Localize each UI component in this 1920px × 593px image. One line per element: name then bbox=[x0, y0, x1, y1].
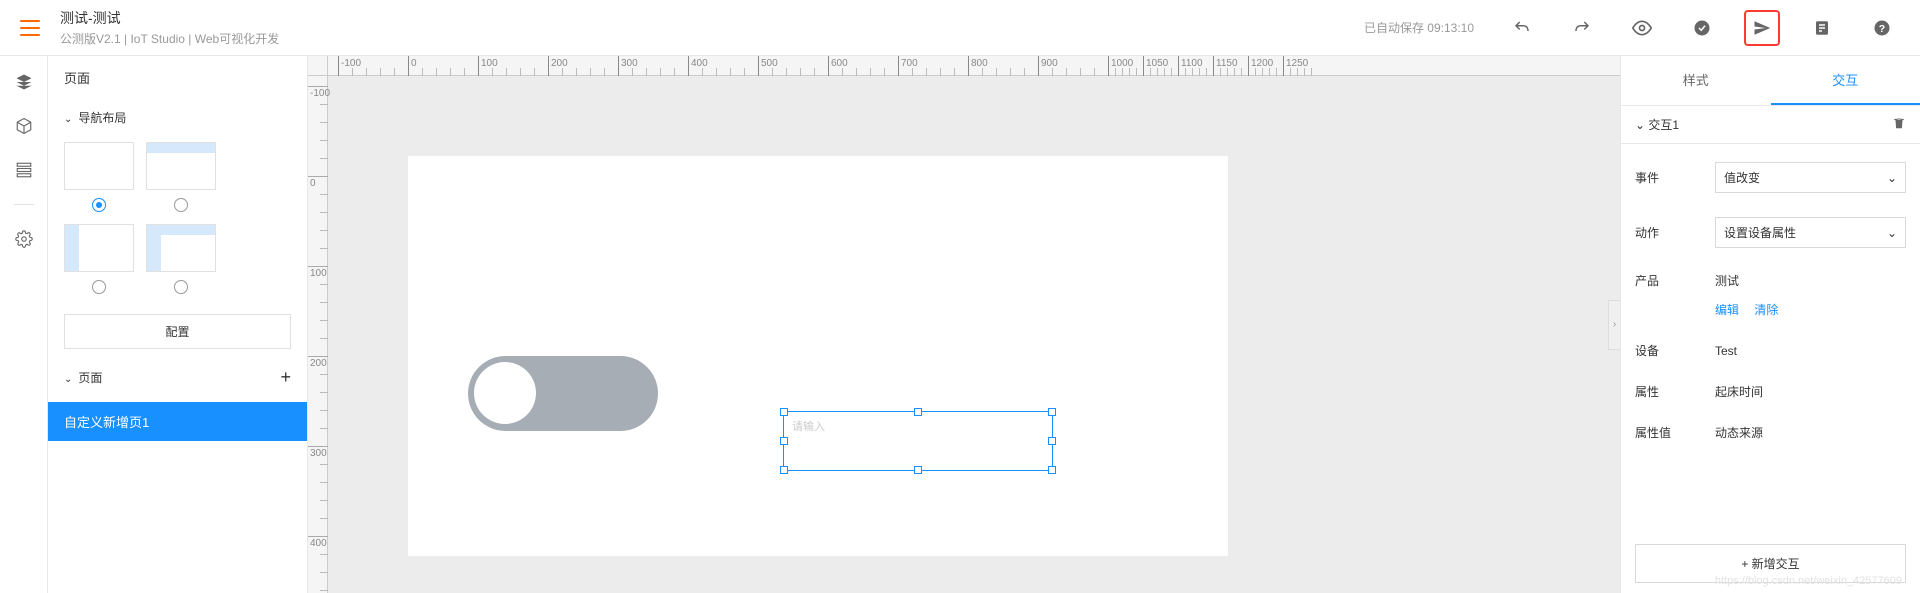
check-icon[interactable] bbox=[1684, 10, 1720, 46]
preview-icon[interactable] bbox=[1624, 10, 1660, 46]
canvas-area: -100010020030040050060070080090010001050… bbox=[308, 56, 1620, 593]
property-tabs: 样式 交互 bbox=[1621, 56, 1920, 106]
action-label: 动作 bbox=[1635, 224, 1715, 241]
title-block: 测试-测试 公测版V2.1 | IoT Studio | Web可视化开发 bbox=[60, 8, 1364, 47]
docs-icon[interactable] bbox=[1804, 10, 1840, 46]
add-interaction-button[interactable]: + 新增交互 bbox=[1635, 544, 1906, 583]
layout-option-both[interactable] bbox=[146, 224, 216, 272]
resize-handle-se[interactable] bbox=[1048, 466, 1056, 474]
settings-icon[interactable] bbox=[14, 229, 34, 249]
header-actions: ? bbox=[1504, 10, 1900, 46]
product-label: 产品 bbox=[1635, 272, 1715, 289]
input-component-selected[interactable]: 请输入 bbox=[783, 411, 1053, 471]
chevron-down-icon: ⌄ bbox=[64, 114, 72, 125]
chevron-down-icon: ⌄ bbox=[1635, 118, 1645, 132]
artboard[interactable]: 请输入 bbox=[408, 156, 1228, 556]
layout-option-left[interactable] bbox=[64, 224, 134, 272]
property-body: 事件 值改变⌄ 动作 设置设备属性⌄ 产品 测试 编辑 清除 设备 Test bbox=[1621, 144, 1920, 534]
interaction-section-header[interactable]: ⌄ 交互1 bbox=[1621, 106, 1920, 144]
chevron-down-icon: ⌄ bbox=[64, 374, 72, 385]
ruler-horizontal: -100010020030040050060070080090010001050… bbox=[328, 56, 1620, 76]
layout-options bbox=[48, 136, 307, 306]
app-subtitle: 公测版V2.1 | IoT Studio | Web可视化开发 bbox=[60, 30, 1364, 47]
ruler-corner bbox=[308, 56, 328, 76]
ruler-vertical: -1000100200300400 bbox=[308, 76, 328, 593]
layout-radio-top[interactable] bbox=[174, 198, 188, 212]
event-select[interactable]: 值改变⌄ bbox=[1715, 162, 1906, 193]
resize-handle-e[interactable] bbox=[1048, 437, 1056, 445]
resize-handle-sw[interactable] bbox=[780, 466, 788, 474]
resize-handle-w[interactable] bbox=[780, 437, 788, 445]
edit-link[interactable]: 编辑 bbox=[1715, 303, 1739, 317]
tab-interaction[interactable]: 交互 bbox=[1771, 56, 1920, 105]
redo-icon[interactable] bbox=[1564, 10, 1600, 46]
layout-radio-left[interactable] bbox=[92, 280, 106, 294]
menu-icon[interactable] bbox=[20, 20, 40, 36]
cube-icon[interactable] bbox=[14, 116, 34, 136]
action-select[interactable]: 设置设备属性⌄ bbox=[1715, 217, 1906, 248]
config-button[interactable]: 配置 bbox=[64, 314, 291, 349]
input-placeholder: 请输入 bbox=[784, 412, 1052, 440]
delete-icon[interactable] bbox=[1892, 116, 1906, 133]
page-section[interactable]: ⌄页面 + bbox=[48, 357, 307, 398]
resize-handle-s[interactable] bbox=[914, 466, 922, 474]
page-item-active[interactable]: 自定义新增页1 bbox=[48, 402, 307, 441]
attr-value-value: 动态来源 bbox=[1715, 424, 1906, 441]
collapse-right-handle[interactable]: › bbox=[1608, 300, 1620, 350]
nav-layout-section[interactable]: ⌄导航布局 bbox=[48, 99, 307, 136]
add-page-icon[interactable]: + bbox=[280, 367, 291, 388]
layout-radio-both[interactable] bbox=[174, 280, 188, 294]
attribute-label: 属性 bbox=[1635, 383, 1715, 400]
attribute-value: 起床时间 bbox=[1715, 383, 1906, 400]
layout-option-blank[interactable] bbox=[64, 142, 134, 190]
tab-style[interactable]: 样式 bbox=[1621, 56, 1771, 105]
app-title: 测试-测试 bbox=[60, 8, 1364, 28]
canvas-viewport[interactable]: 请输入 bbox=[328, 76, 1620, 593]
svg-text:?: ? bbox=[1879, 22, 1885, 34]
device-value: Test bbox=[1715, 344, 1906, 358]
layout-radio-blank[interactable] bbox=[92, 198, 106, 212]
switch-component[interactable] bbox=[468, 356, 658, 431]
layout-option-top[interactable] bbox=[146, 142, 216, 190]
top-header: 测试-测试 公测版V2.1 | IoT Studio | Web可视化开发 已自… bbox=[0, 0, 1920, 56]
help-icon[interactable]: ? bbox=[1864, 10, 1900, 46]
autosave-status: 已自动保存 09:13:10 bbox=[1364, 19, 1474, 36]
right-panel: 样式 交互 ⌄ 交互1 事件 值改变⌄ 动作 设置设备属性⌄ 产品 测试 bbox=[1620, 56, 1920, 593]
icon-rail bbox=[0, 56, 48, 593]
attr-value-label: 属性值 bbox=[1635, 424, 1715, 441]
structure-icon[interactable] bbox=[14, 160, 34, 180]
device-label: 设备 bbox=[1635, 342, 1715, 359]
chevron-down-icon: ⌄ bbox=[1887, 226, 1897, 240]
switch-knob bbox=[474, 362, 536, 424]
left-panel: 页面 ⌄导航布局 配置 ⌄页面 + 自定义新增页1 bbox=[48, 56, 308, 593]
product-value: 测试 bbox=[1715, 272, 1906, 289]
resize-handle-nw[interactable] bbox=[780, 408, 788, 416]
panel-title: 页面 bbox=[48, 56, 307, 99]
event-label: 事件 bbox=[1635, 169, 1715, 186]
clear-link[interactable]: 清除 bbox=[1754, 303, 1778, 317]
resize-handle-n[interactable] bbox=[914, 408, 922, 416]
resize-handle-ne[interactable] bbox=[1048, 408, 1056, 416]
chevron-down-icon: ⌄ bbox=[1887, 171, 1897, 185]
undo-icon[interactable] bbox=[1504, 10, 1540, 46]
layers-icon[interactable] bbox=[14, 72, 34, 92]
publish-icon[interactable] bbox=[1744, 10, 1780, 46]
